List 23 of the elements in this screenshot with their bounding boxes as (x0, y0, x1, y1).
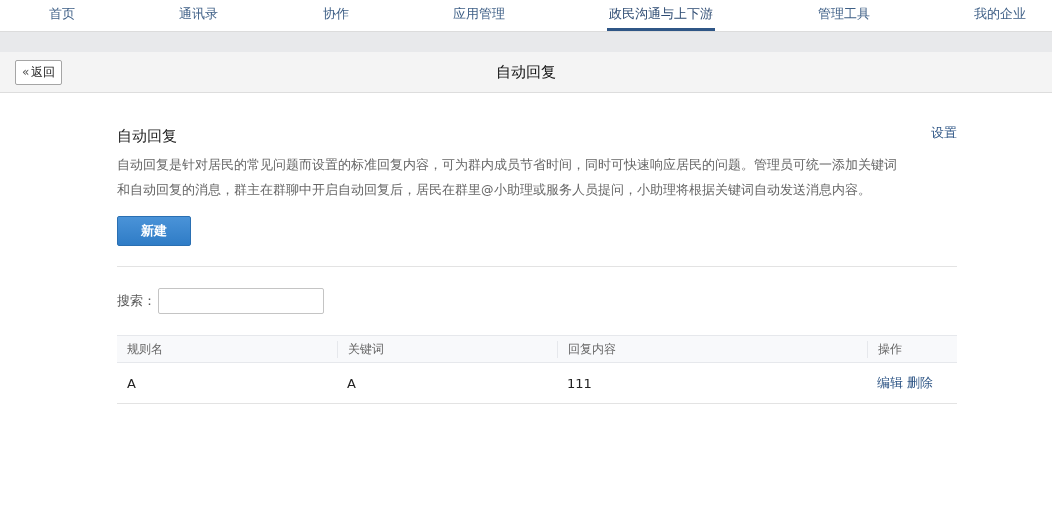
search-label: 搜索： (117, 292, 156, 310)
table-cell-text: A (346, 375, 357, 391)
table-cell-text: 111 (566, 375, 593, 391)
nav-tab[interactable]: 通讯录 (177, 0, 221, 31)
action-link[interactable]: 编辑 (877, 374, 903, 392)
nav-tab[interactable]: 管理工具 (815, 0, 872, 31)
settings-link[interactable]: 设置 (931, 124, 957, 142)
table-cell-text: A (126, 375, 137, 391)
nav-tab[interactable]: 协作 (320, 0, 351, 31)
section-title: 自动回复 (117, 127, 177, 146)
column-header: 关键词 (337, 340, 557, 358)
column-header: 操作 (867, 340, 957, 358)
page-title: 自动回复 (496, 62, 556, 82)
column-header: 规则名 (126, 340, 164, 358)
column-header: 回复内容 (557, 340, 867, 358)
nav-tab[interactable]: 应用管理 (451, 0, 507, 31)
action-link[interactable]: 删除 (907, 374, 933, 392)
new-button[interactable]: 新建 (117, 216, 191, 246)
nav-tab[interactable]: 首页 (47, 0, 77, 31)
description-text: 自动回复是针对居民的常见问题而设置的标准回复内容，可为群内成员节省时间，同时可快速响应居民的问题。管理员可统一添加关键词和自动回复的消息，群主在群聊中开启自动回复后，居民在群里@小助理或服务人员提问，小助理将根据关键词自动发送消息内容。 (117, 156, 898, 199)
nav-tab[interactable]: 我的企业 (971, 0, 1028, 31)
search-field[interactable] (158, 288, 324, 314)
back-button[interactable]: « 返回 (15, 59, 63, 85)
